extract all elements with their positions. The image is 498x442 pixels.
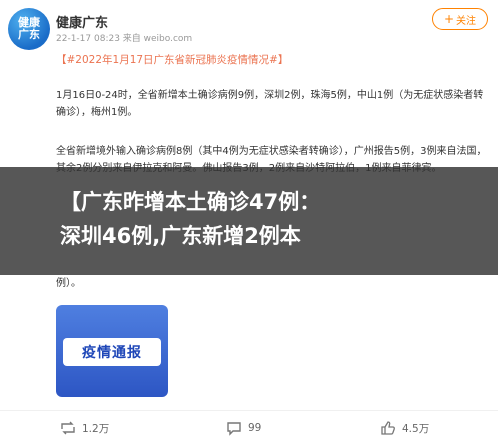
repost-icon bbox=[61, 421, 75, 435]
comment-count: 99 bbox=[248, 422, 262, 434]
action-bar: 1.2万 99 4.5万 bbox=[0, 410, 498, 442]
post-timestamp: 22-1-17 08:23 来自 weibo.com bbox=[56, 34, 193, 44]
account-name[interactable]: 健康广东 bbox=[56, 12, 108, 31]
video-thumbnail[interactable]: 疫情通报 bbox=[56, 305, 168, 397]
comment-icon bbox=[227, 422, 241, 436]
like-count: 4.5万 bbox=[402, 422, 430, 435]
repost-button[interactable]: 1.2万 bbox=[60, 419, 109, 437]
thumbs-up-icon bbox=[381, 421, 395, 435]
post-paragraph-1: 1月16日0-24时，全省新增本土确诊病例9例，深圳2例，珠海5例，中山1例（为… bbox=[56, 90, 484, 118]
weibo-post: 健康 广东 健康广东 22-1-17 08:23 来自 weibo.com + … bbox=[0, 0, 498, 442]
avatar[interactable]: 健康 广东 bbox=[8, 8, 50, 50]
avatar-logo-text: 健康 广东 bbox=[18, 16, 40, 41]
follow-button[interactable]: + 关注 bbox=[432, 8, 488, 30]
post-header: 健康 广东 健康广东 22-1-17 08:23 来自 weibo.com + … bbox=[0, 0, 498, 50]
post-paragraph-3: 例）。 bbox=[56, 278, 81, 289]
headline-line-2: 深圳46例,广东新增2例本 bbox=[60, 224, 301, 248]
plus-icon: + bbox=[443, 12, 455, 26]
follow-label: 关注 bbox=[456, 15, 477, 27]
hashtag-topic[interactable]: 【#2022年1月17日广东省新冠肺炎疫情情况#】 bbox=[56, 52, 288, 67]
comment-button[interactable]: 99 bbox=[226, 419, 261, 437]
repost-count: 1.2万 bbox=[82, 422, 110, 435]
video-banner: 疫情通报 bbox=[63, 338, 161, 366]
headline-line-1: 【广东昨增本土确诊47例： bbox=[60, 190, 321, 214]
like-button[interactable]: 4.5万 bbox=[380, 419, 429, 437]
headline-text: 【广东昨增本土确诊47例： 深圳46例,广东新增2例本 bbox=[60, 185, 490, 253]
